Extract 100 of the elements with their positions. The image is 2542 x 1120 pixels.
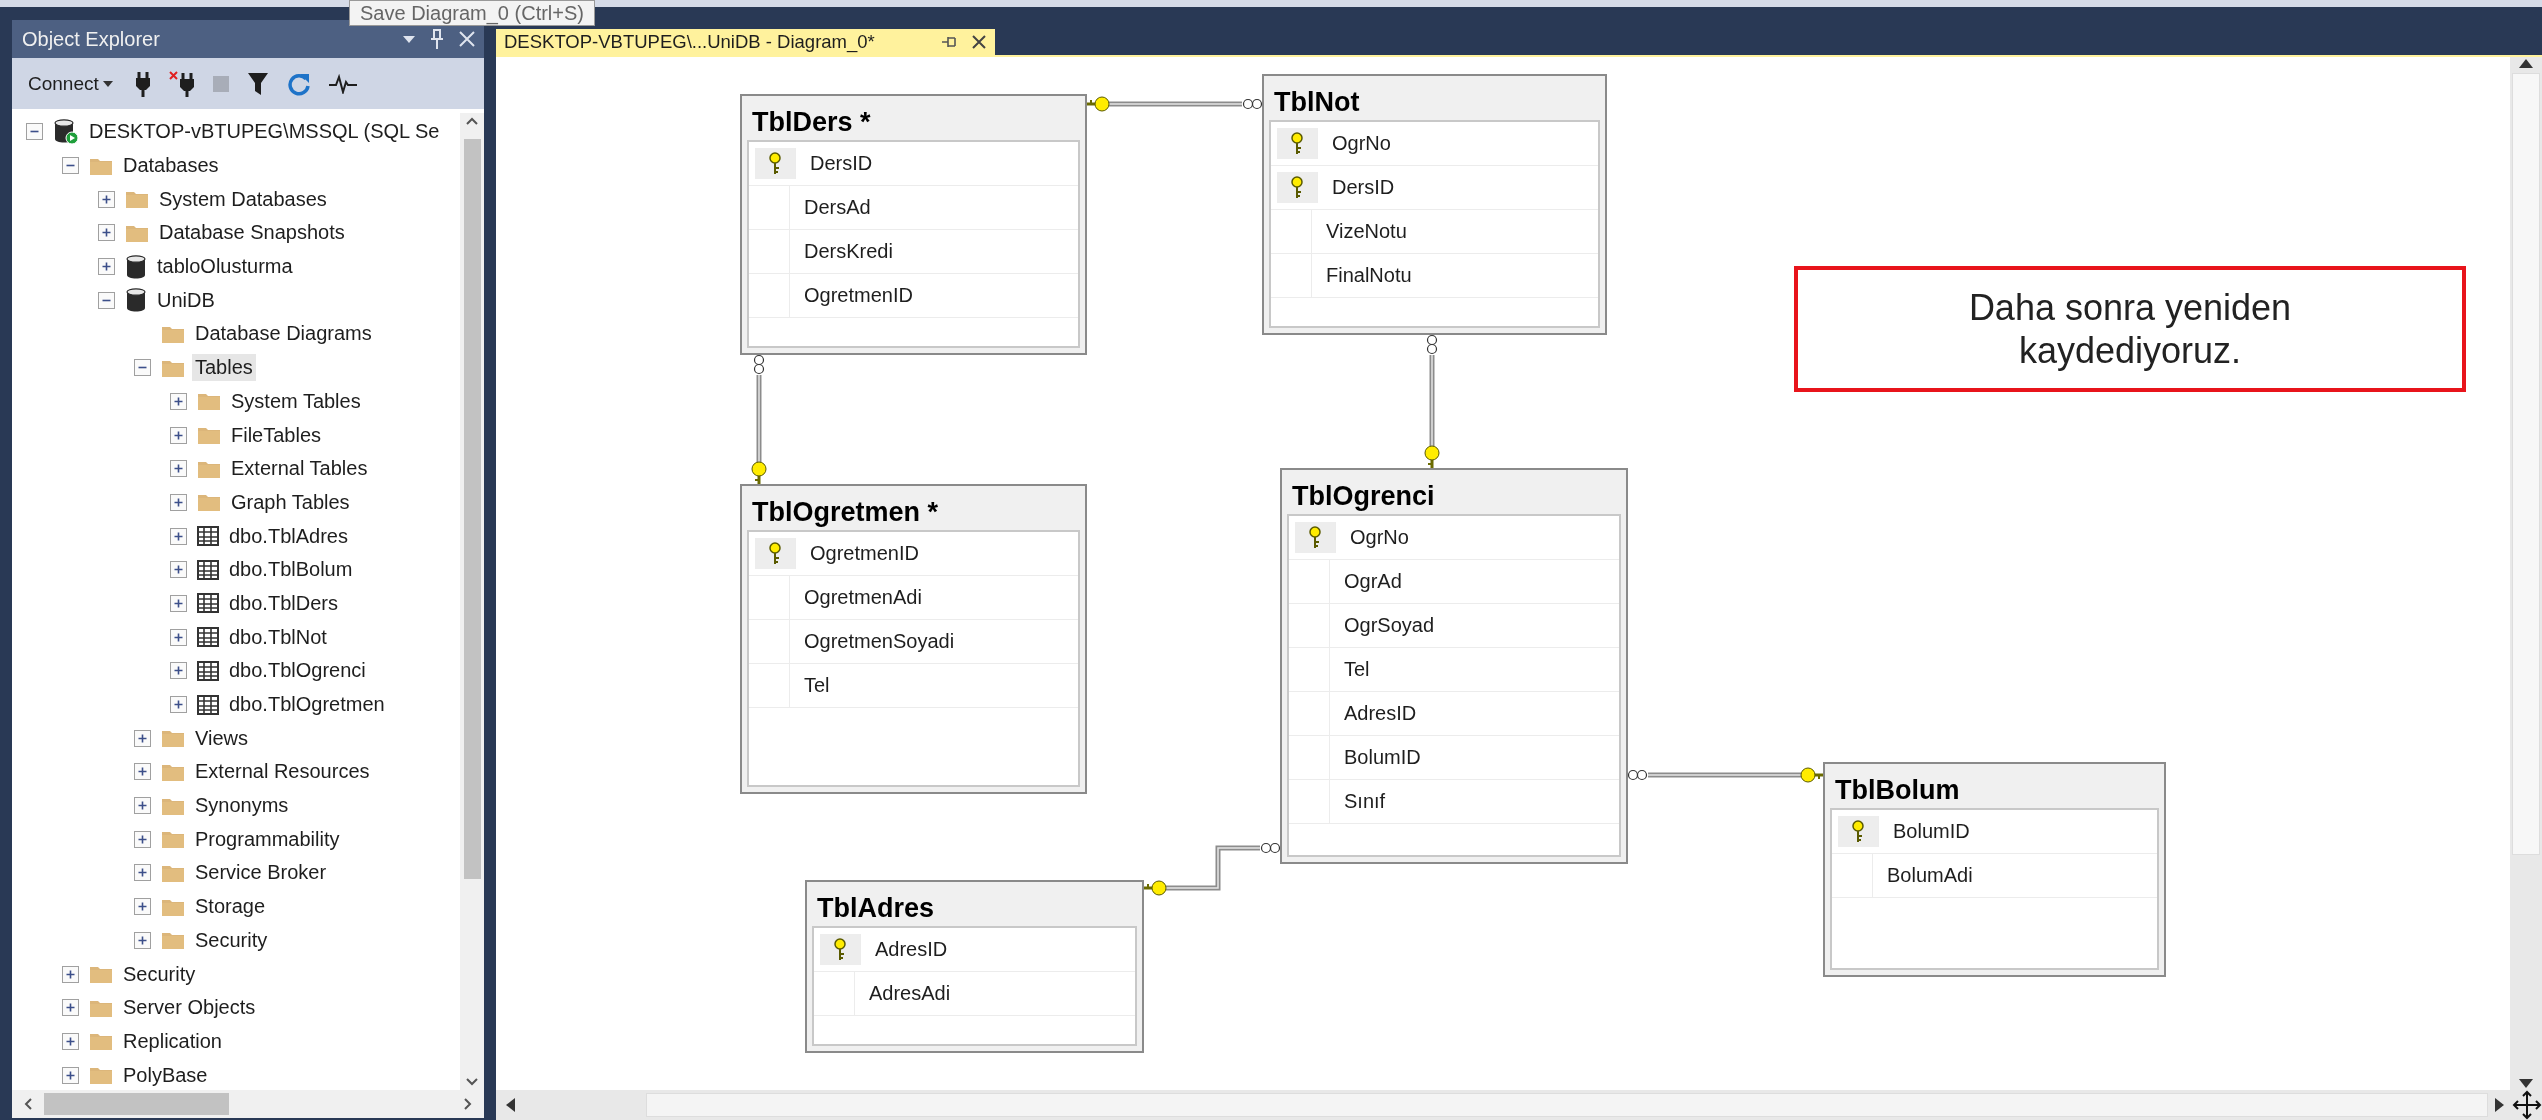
tree-expander[interactable] [98, 224, 115, 242]
scrollbar-thumb[interactable] [2512, 73, 2540, 855]
column-name: OgretmenAdi [803, 585, 922, 610]
tree-expander[interactable] [62, 1066, 79, 1084]
tree-expander[interactable] [170, 628, 187, 646]
tree-item[interactable]: Programmability [192, 825, 343, 853]
scroll-right-icon[interactable] [2494, 1097, 2506, 1113]
tree-item[interactable]: DESKTOP-vBTUPEG\MSSQL (SQL Se [86, 118, 443, 146]
scrollbar[interactable] [2510, 57, 2542, 1090]
folder-icon [89, 1031, 113, 1052]
tree-item[interactable]: Database Snapshots [156, 219, 348, 247]
tree-item[interactable]: Security [120, 960, 199, 988]
tree-expander[interactable] [98, 190, 115, 208]
plus-icon [173, 429, 184, 441]
column-name: OgrSoyad [1343, 613, 1435, 638]
column-name: OgrAd [1343, 569, 1402, 594]
plus-icon [173, 496, 184, 508]
column-name: DersAd [803, 195, 871, 220]
tree-expander[interactable] [26, 123, 43, 141]
activity-icon[interactable] [328, 73, 357, 94]
tree-item[interactable]: tabloOlusturma [154, 253, 296, 281]
tree-expander[interactable] [134, 898, 151, 916]
tree-item[interactable]: Tables [192, 354, 256, 382]
connect-button[interactable]: Connect [24, 68, 117, 99]
column-name: DersID [809, 151, 873, 176]
caret-icon [102, 80, 113, 87]
tree-item[interactable]: System Databases [156, 185, 330, 213]
tree-expander[interactable] [98, 258, 115, 276]
tree-expander[interactable] [170, 493, 187, 511]
scrollbar-thumb[interactable] [44, 1093, 229, 1115]
tree-expander[interactable] [170, 426, 187, 444]
tree-expander[interactable] [170, 527, 187, 545]
move-icon[interactable] [2512, 1090, 2542, 1120]
folder-icon [161, 930, 185, 951]
tree-expander[interactable] [62, 157, 79, 175]
folder-icon [197, 492, 221, 513]
tree-item[interactable]: dbo.TblNot [226, 623, 330, 651]
scroll-left-icon[interactable] [504, 1097, 516, 1113]
scrollbar[interactable] [460, 113, 484, 1090]
tree-expander[interactable] [62, 999, 79, 1017]
tree-item[interactable]: Databases [120, 152, 222, 180]
server-icon [53, 118, 79, 145]
scroll-up-icon[interactable] [2518, 57, 2534, 69]
plug-icon[interactable] [134, 70, 151, 97]
tree-expander[interactable] [134, 359, 151, 377]
table-icon [197, 593, 219, 614]
tree-item[interactable]: Views [192, 724, 251, 752]
tree-item[interactable]: Graph Tables [228, 488, 353, 516]
plus-icon [137, 833, 148, 845]
tree-item[interactable]: dbo.TblOgretmen [226, 691, 388, 719]
pin-icon[interactable] [941, 35, 957, 49]
column-name: BolumAdi [1886, 863, 1973, 888]
column-name: OgrNo [1331, 131, 1391, 156]
tree-expander[interactable] [170, 696, 187, 714]
plus-icon [137, 867, 148, 879]
tree-item[interactable]: Security [192, 926, 271, 954]
tree-item[interactable]: Service Broker [192, 859, 330, 887]
tree-expander[interactable] [170, 662, 187, 680]
scrollbar[interactable] [496, 1090, 2542, 1120]
close-icon[interactable] [971, 34, 987, 50]
tree-expander[interactable] [170, 594, 187, 612]
key-icon [1851, 819, 1865, 844]
filter-icon[interactable] [246, 71, 269, 96]
tree-item[interactable]: External Tables [228, 455, 371, 483]
scrollbar[interactable] [12, 1090, 484, 1118]
tree-item[interactable]: External Resources [192, 758, 373, 786]
plus-icon [173, 530, 184, 542]
tree-expander[interactable] [62, 1032, 79, 1050]
tree-item[interactable]: Replication [120, 1027, 225, 1055]
tree-expander[interactable] [170, 392, 187, 410]
tree-expander[interactable] [170, 460, 187, 478]
tree-item[interactable]: Server Objects [120, 994, 259, 1022]
folder-icon [89, 964, 113, 985]
tree-item[interactable]: dbo.TblOgrenci [226, 657, 369, 685]
tree-expander[interactable] [134, 864, 151, 882]
tree-item[interactable]: Database Diagrams [192, 320, 375, 348]
tree-item[interactable]: Storage [192, 893, 269, 921]
refresh-icon[interactable] [286, 71, 311, 96]
tree-item[interactable]: UniDB [154, 286, 218, 314]
tree-item[interactable]: dbo.TblBolum [226, 556, 356, 584]
tree-expander[interactable] [98, 291, 115, 309]
scrollbar-thumb[interactable] [463, 139, 481, 879]
tree-expander[interactable] [134, 797, 151, 815]
tree-item[interactable]: System Tables [228, 387, 364, 415]
plus-icon [65, 1002, 76, 1014]
tree-item[interactable]: dbo.TblAdres [226, 522, 351, 550]
tree-item[interactable]: dbo.TblDers [226, 589, 341, 617]
tree-item[interactable]: FileTables [228, 421, 325, 449]
tree-expander[interactable] [134, 931, 151, 949]
tree-expander[interactable] [170, 561, 187, 579]
tree-item[interactable]: PolyBase [120, 1061, 211, 1089]
tree-expander[interactable] [62, 965, 79, 983]
disconnect-icon[interactable] [168, 70, 195, 97]
tree-expander[interactable] [134, 729, 151, 747]
document-tab[interactable]: DESKTOP-VBTUPEG\...UniDB - Diagram_0* [496, 29, 995, 55]
tree-expander[interactable] [134, 830, 151, 848]
database-icon [125, 254, 147, 279]
tree-item[interactable]: Synonyms [192, 792, 292, 820]
tree-expander[interactable] [134, 763, 151, 781]
dropdown-icon[interactable] [402, 34, 416, 44]
